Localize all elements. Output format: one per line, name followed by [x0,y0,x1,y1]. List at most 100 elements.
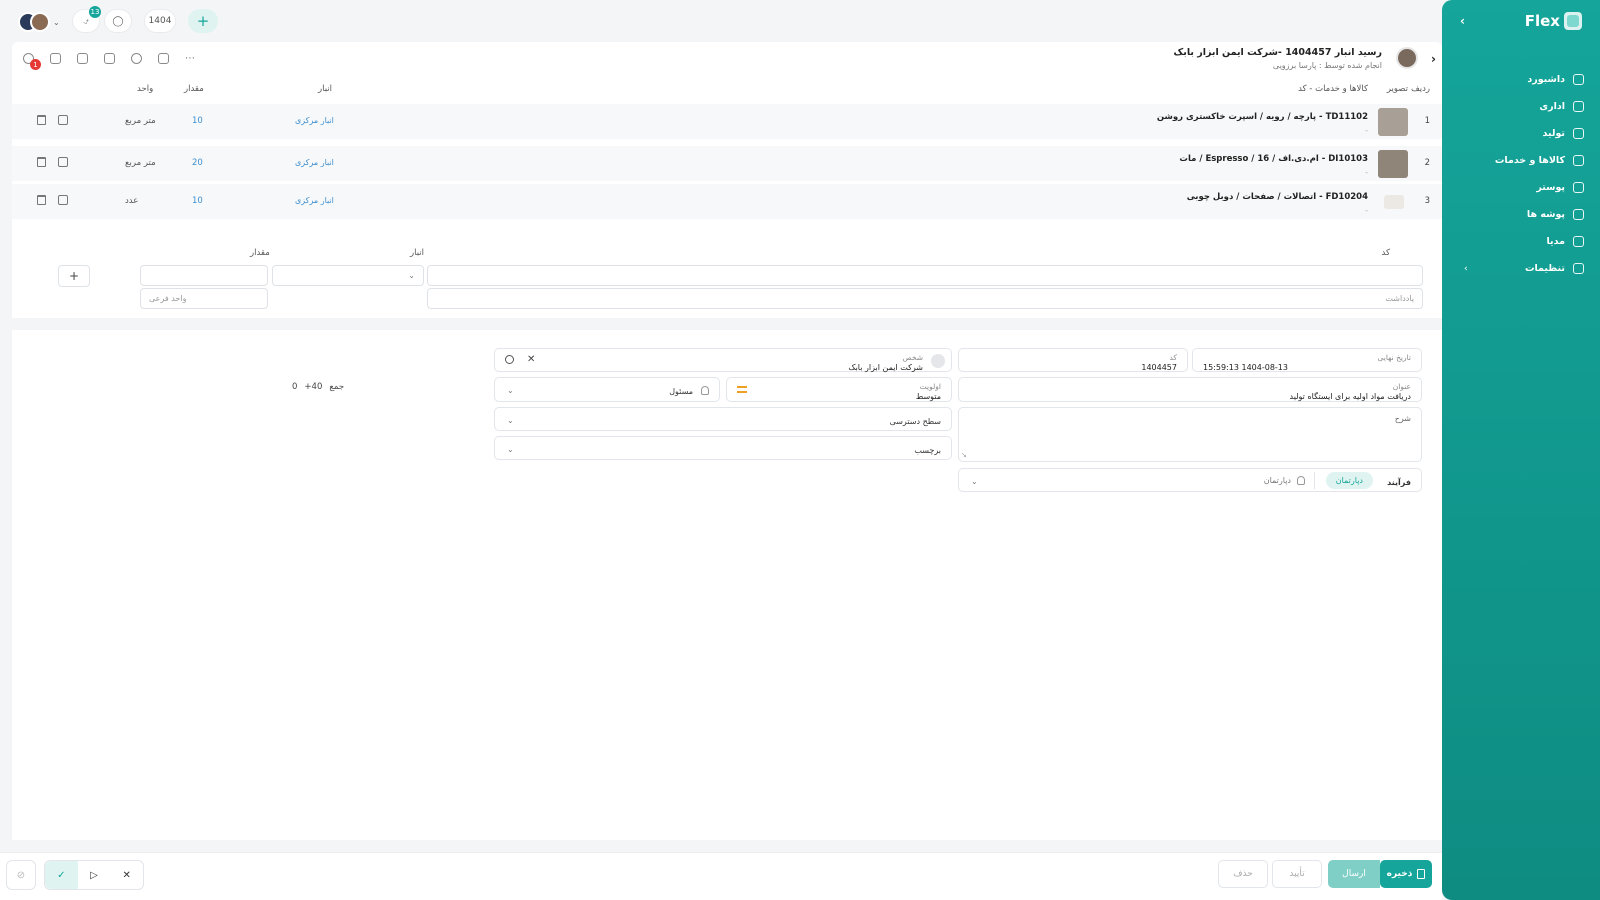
more-button[interactable]: ⋯ [182,50,198,66]
product-note: - [1365,126,1368,135]
access-level-select[interactable]: سطح دسترسی ⌄ [494,407,952,431]
search-icon[interactable] [505,355,514,364]
tag-select[interactable]: برچسب ⌄ [494,436,952,460]
department-placeholder: دپارتمان [1263,476,1291,485]
sidebar-item-dashboard[interactable]: داشبورد [1442,66,1600,93]
quantity-value[interactable]: 10 [192,116,203,126]
warehouse-link[interactable]: انبار مرکزی [295,196,334,205]
unit-value: متر مربع [125,116,156,126]
resize-handle-icon[interactable]: ↘ [961,451,967,459]
chat-button[interactable]: ◯ [104,9,132,33]
visibility-off-icon[interactable]: ⊘ [6,860,36,890]
edit-icon[interactable] [58,195,68,205]
edit-icon[interactable] [58,115,68,125]
description-field[interactable]: شرح ↘ [958,407,1422,462]
notifications-button[interactable]: ⍻ 13 [72,6,101,33]
sidebar-header: ‹ Flex [1442,12,1600,32]
responsible-select[interactable]: مسئول ⌄ [494,377,720,402]
print-button[interactable] [47,50,63,66]
quantity-value[interactable]: 20 [192,158,203,168]
send-button[interactable]: ارسال [1328,860,1380,888]
sidebar-item-admin[interactable]: اداری [1442,93,1600,120]
close-icon[interactable]: ✕ [110,861,143,889]
unit-value: متر مربع [125,158,156,168]
sidebar-item-label: پوشه ها [1526,209,1565,220]
back-icon[interactable]: › [1431,52,1436,66]
unit-value: عدد [125,196,139,206]
code-input[interactable] [427,265,1423,286]
play-icon[interactable]: ▷ [78,861,111,889]
note-input[interactable]: یادداشت [427,288,1423,309]
add-button[interactable]: + [188,9,218,33]
table-row[interactable]: 2 DI10103 - ام.دی.اف / 16 / Espresso / م… [12,146,1442,182]
sidebar-item-folders[interactable]: پوشه ها [1442,201,1600,228]
sidebar-item-poster[interactable]: پوستر [1442,174,1600,201]
trash-icon[interactable] [37,195,46,205]
product-thumbnail[interactable] [1378,108,1408,136]
archive-button[interactable] [74,50,90,66]
table-row[interactable]: 3 FD10204 - اتصالات / صفحات / دوبل چوبی … [12,184,1442,220]
save-button[interactable]: ذخیره [1380,860,1432,888]
priority-field[interactable]: اولویت متوسط [726,377,952,402]
sidebar-item-label: داشبورد [1527,74,1565,85]
sum-qty: 40+ [304,382,323,392]
person-field[interactable]: شخص شرکت ایمن ابزار بابک ✕ [494,348,952,372]
sidebar-item-production[interactable]: تولید [1442,120,1600,147]
code-field[interactable]: کد 1404457 [958,348,1188,372]
code-label: کد [1169,353,1177,362]
product-thumbnail[interactable] [1384,195,1404,209]
chevron-down-icon[interactable]: ⌄ [971,477,978,486]
users-button[interactable]: 1 [20,50,41,70]
quantity-input[interactable] [140,265,268,286]
add-item-button[interactable]: + [58,265,90,287]
action-bar: ذخیره ارسال تأیید حذف ✓ ▷ ✕ ⊘ [0,852,1442,900]
collapse-sidebar-icon[interactable]: ‹ [1460,14,1465,28]
box-icon [1573,155,1584,166]
sidebar-item-products[interactable]: کالاها و خدمات [1442,147,1600,174]
sum-value: 0 [292,382,298,392]
check-icon[interactable]: ✓ [45,861,78,889]
document-header: › رسید انبار 1404457 -شرکت ایمن ابزار با… [12,42,1442,78]
notification-badge: 13 [89,6,101,18]
warehouse-link[interactable]: انبار مرکزی [295,116,334,125]
product-thumbnail[interactable] [1378,150,1408,178]
final-date-field[interactable]: تاریخ نهایی 1404-08-13 15:59:13 [1192,348,1422,372]
copy-icon [103,52,115,64]
toolbar: 1 ⋯ [20,50,198,70]
fiscal-year-button[interactable]: 1404 [144,9,176,33]
trash-icon[interactable] [37,157,46,167]
printer-icon [49,52,61,64]
title-field[interactable]: عنوان دریافت مواد اولیه برای ایستگاه تول… [958,377,1422,402]
sidebar-item-settings[interactable]: ‹ تنظیمات [1442,255,1600,282]
sidebar-item-label: پوستر [1536,182,1565,193]
sidebar-item-media[interactable]: مدیا [1442,228,1600,255]
copy-button[interactable] [101,50,117,66]
approve-button[interactable]: تأیید [1272,860,1322,888]
brand-logo[interactable]: Flex [1525,12,1582,30]
entry-header: کد انبار مقدار [12,248,1442,260]
sidebar-item-label: تولید [1542,128,1565,139]
process-field[interactable]: فرآیند دپارتمان دپارتمان ⌄ [958,468,1422,492]
archive-icon [76,52,88,64]
folder-icon [1573,209,1584,220]
calendar-icon [157,52,169,64]
sidebar-item-label: کالاها و خدمات [1494,155,1565,166]
department-chip[interactable]: دپارتمان [1325,472,1373,489]
brand-name: Flex [1524,12,1560,30]
link-button[interactable] [128,50,144,66]
table-row[interactable]: 1 TD11102 - پارچه / رویه / اسپرت خاکستری… [12,104,1442,140]
avatar [30,12,50,32]
edit-icon[interactable] [58,157,68,167]
user-menu[interactable]: ⌄ [18,11,62,33]
image-icon [1573,182,1584,193]
quantity-value[interactable]: 10 [192,196,203,206]
clear-icon[interactable]: ✕ [527,354,535,365]
trash-icon[interactable] [37,115,46,125]
warehouse-select[interactable]: ⌄ [272,265,424,286]
items-table: ردیف تصویر کالاها و خدمات - کد انبار مقد… [12,78,1442,318]
delete-button[interactable]: حذف [1218,860,1268,888]
calendar-button[interactable] [155,50,171,66]
subunit-input[interactable]: واحد فرعی [140,288,268,309]
warehouse-link[interactable]: انبار مرکزی [295,158,334,167]
description-label: شرح [1394,414,1411,423]
